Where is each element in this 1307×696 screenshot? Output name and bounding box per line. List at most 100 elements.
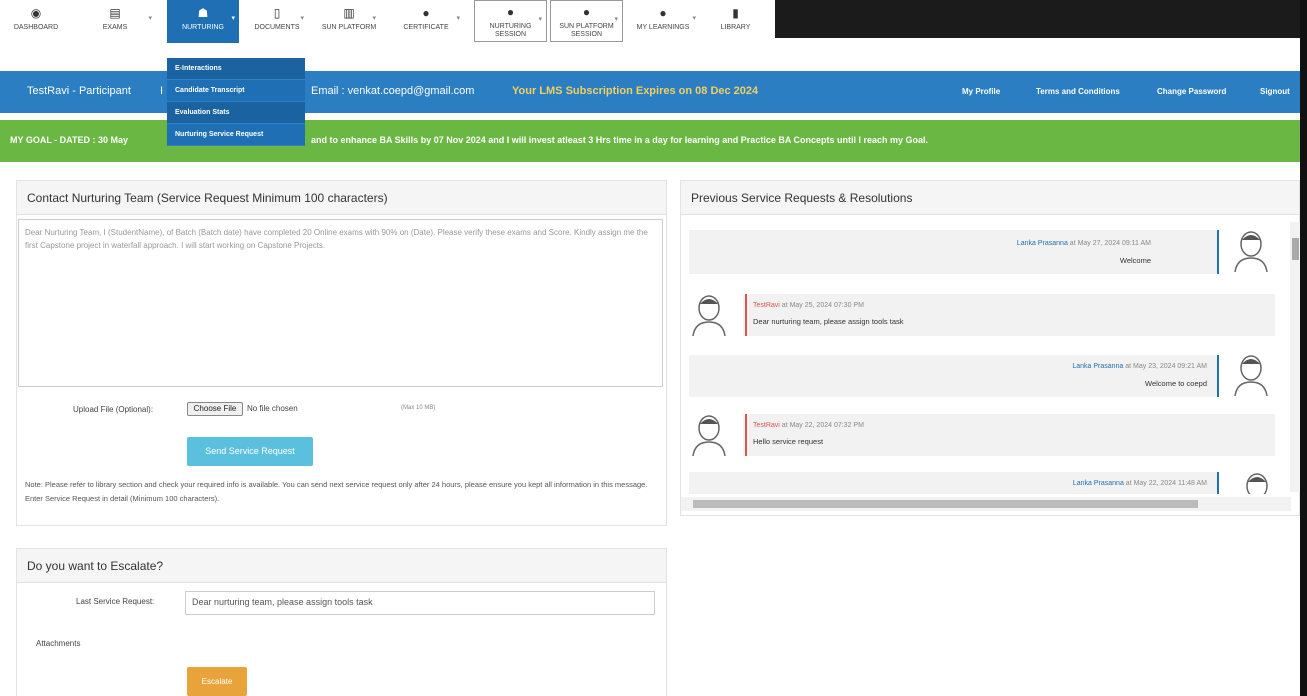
caret-down-icon: ▾ xyxy=(300,15,304,22)
message-bar xyxy=(1217,230,1219,274)
menu-item-evaluation-stats[interactable]: Evaluation Stats xyxy=(167,102,305,124)
chat-horizontal-scrollbar[interactable] xyxy=(681,497,1291,511)
signout-link[interactable]: Signout xyxy=(1260,87,1290,96)
nav-nurturing-session[interactable]: ● NURTURING SESSION ▾ xyxy=(474,0,547,42)
goal-text: and to enhance BA Skills by 07 Nov 2024 … xyxy=(311,135,929,145)
avatar-icon xyxy=(692,415,726,456)
menu-item-e-interactions[interactable]: E-Interactions xyxy=(167,58,305,80)
message-meta: TestRavi at May 25, 2024 07:30 PM xyxy=(753,302,864,309)
message-author: Lanka Prasanna xyxy=(1072,363,1124,370)
nav-label: MY LEARNINGS xyxy=(636,24,690,31)
message-bar xyxy=(745,414,747,456)
message-bar xyxy=(1217,472,1219,494)
message-text: Hello service request xyxy=(753,437,824,446)
user-header-partial: I xyxy=(160,85,164,97)
caret-down-icon: ▾ xyxy=(231,15,235,22)
message-meta: Lanka Prasanna at May 23, 2024 09:21 AM xyxy=(1072,363,1207,370)
caret-down-icon: ▾ xyxy=(372,15,376,22)
chat-history[interactable]: Lanka Prasanna at May 27, 2024 09:11 AM … xyxy=(681,222,1289,494)
chat-message: Lanka Prasanna at May 27, 2024 09:11 AM … xyxy=(689,230,1219,274)
scrollbar-thumb[interactable] xyxy=(693,500,1198,508)
nav-exams[interactable]: ▤ EXAMS ▾ xyxy=(74,0,156,40)
caret-down-icon: ▾ xyxy=(456,15,460,22)
nav-documents[interactable]: ▯ DOCUMENTS ▾ xyxy=(246,0,308,40)
nav-dark-area xyxy=(775,0,1307,38)
message-time: at May 22, 2024 07:32 PM xyxy=(781,422,864,429)
service-request-note: Note: Please refer to library section an… xyxy=(25,480,648,503)
max-size-note: (Max 10 MB) xyxy=(401,405,436,411)
nav-sun-platform-session[interactable]: ● SUN PLATFORM SESSION ▾ xyxy=(550,0,623,42)
nav-label: NURTURING xyxy=(182,24,224,31)
nav-label: NURTURING SESSION xyxy=(489,23,532,38)
chat-message: TestRavi at May 22, 2024 07:32 PM Hello … xyxy=(743,414,1275,456)
message-time: at May 25, 2024 07:30 PM xyxy=(781,302,864,309)
terms-link[interactable]: Terms and Conditions xyxy=(1036,87,1120,96)
escalate-button[interactable]: Escalate xyxy=(187,667,247,696)
dot-icon: ● xyxy=(582,5,591,19)
message-bar xyxy=(1217,355,1219,397)
service-request-textarea[interactable]: Dear Nurturing Team, I (StudentName), of… xyxy=(18,219,663,387)
nav-label: DOCUMENTS xyxy=(254,24,300,31)
choose-file-button[interactable]: Choose File xyxy=(187,402,243,416)
file-status: No file chosen xyxy=(247,404,298,413)
attachments-label: Attachments xyxy=(36,639,81,648)
document-icon: ▯ xyxy=(273,6,281,20)
message-author: Lanka Prasanna xyxy=(1016,240,1068,247)
send-service-request-button[interactable]: Send Service Request xyxy=(187,437,313,466)
window-edge xyxy=(1300,0,1307,696)
message-author: Lanka Prasanna xyxy=(1072,480,1124,487)
library-icon: ▮ xyxy=(732,6,739,20)
menu-item-service-request[interactable]: Nurturing Service Request xyxy=(167,124,305,146)
message-time: at May 23, 2024 09:21 AM xyxy=(1125,363,1207,370)
escalate-panel: Do you want to Escalate? xyxy=(16,548,667,696)
dot-icon: ● xyxy=(422,6,430,20)
message-bar xyxy=(745,294,747,336)
message-time: at May 22, 2024 11:48 AM xyxy=(1125,480,1207,487)
escalate-panel-title: Do you want to Escalate? xyxy=(17,549,666,583)
nav-library[interactable]: ▮ LIBRARY xyxy=(708,0,763,40)
nurturing-dropdown: E-Interactions Candidate Transcript Eval… xyxy=(167,58,305,146)
nav-label: SUN PLATFORM SESSION xyxy=(559,23,614,38)
top-navigation: ◉ DASHBOARD ▤ EXAMS ▾ ☗ NURTURING ▾ ▯ DO… xyxy=(0,0,1307,43)
message-time: at May 27, 2024 09:11 AM xyxy=(1069,240,1151,247)
message-meta: Lanka Prasanna at May 27, 2024 09:11 AM xyxy=(1017,240,1151,247)
avatar-icon xyxy=(1234,231,1268,272)
nav-label: LIBRARY xyxy=(720,24,751,31)
message-meta: Lanka Prasanna at May 22, 2024 11:48 AM xyxy=(1073,480,1207,487)
my-profile-link[interactable]: My Profile xyxy=(962,87,1000,96)
list-icon: ▥ xyxy=(343,6,355,20)
nav-dashboard[interactable]: ◉ DASHBOARD xyxy=(12,0,60,40)
subscription-notice: Your LMS Subscription Expires on 08 Dec … xyxy=(512,85,759,97)
avatar-icon xyxy=(692,295,726,336)
nav-label: DASHBOARD xyxy=(13,24,59,31)
nav-label: CERTIFICATE xyxy=(403,24,449,31)
caret-down-icon: ▾ xyxy=(148,15,152,22)
nav-certificate[interactable]: ● CERTIFICATE ▾ xyxy=(388,0,464,40)
message-text: Welcome to coepd xyxy=(1145,379,1207,388)
scrollbar-thumb[interactable] xyxy=(1292,238,1299,260)
nav-nurturing[interactable]: ☗ NURTURING ▾ xyxy=(167,0,239,43)
user-email: Email : venkat.coepd@gmail.com xyxy=(311,85,475,97)
upload-label: Upload File (Optional): xyxy=(73,405,154,414)
avatar-icon xyxy=(1246,473,1268,494)
dot-icon: ● xyxy=(659,6,667,20)
caret-down-icon: ▾ xyxy=(692,15,696,22)
avatar-icon xyxy=(1234,355,1268,396)
goal-date: MY GOAL - DATED : 30 May xyxy=(10,135,129,145)
last-request-field: Dear nurturing team, please assign tools… xyxy=(185,591,655,615)
dot-icon: ● xyxy=(506,5,515,19)
menu-item-candidate-transcript[interactable]: Candidate Transcript xyxy=(167,80,305,102)
users-icon: ☗ xyxy=(197,6,209,20)
message-meta: TestRavi at May 22, 2024 07:32 PM xyxy=(753,422,864,429)
message-author: TestRavi xyxy=(753,422,780,429)
nav-sun-platform[interactable]: ▥ SUN PLATFORM ▾ xyxy=(318,0,380,40)
chat-message: TestRavi at May 25, 2024 07:30 PM Dear n… xyxy=(743,294,1275,336)
message-author: TestRavi xyxy=(753,302,780,309)
caret-down-icon: ▾ xyxy=(614,16,618,23)
chat-message: Lanka Prasanna at May 22, 2024 11:48 AM xyxy=(689,472,1219,494)
change-password-link[interactable]: Change Password xyxy=(1157,87,1226,96)
message-text: Dear nurturing team, please assign tools… xyxy=(753,317,904,326)
message-text: Welcome xyxy=(1119,256,1151,265)
nav-my-learnings[interactable]: ● MY LEARNINGS ▾ xyxy=(626,0,700,40)
chart-icon: ▤ xyxy=(109,6,121,20)
